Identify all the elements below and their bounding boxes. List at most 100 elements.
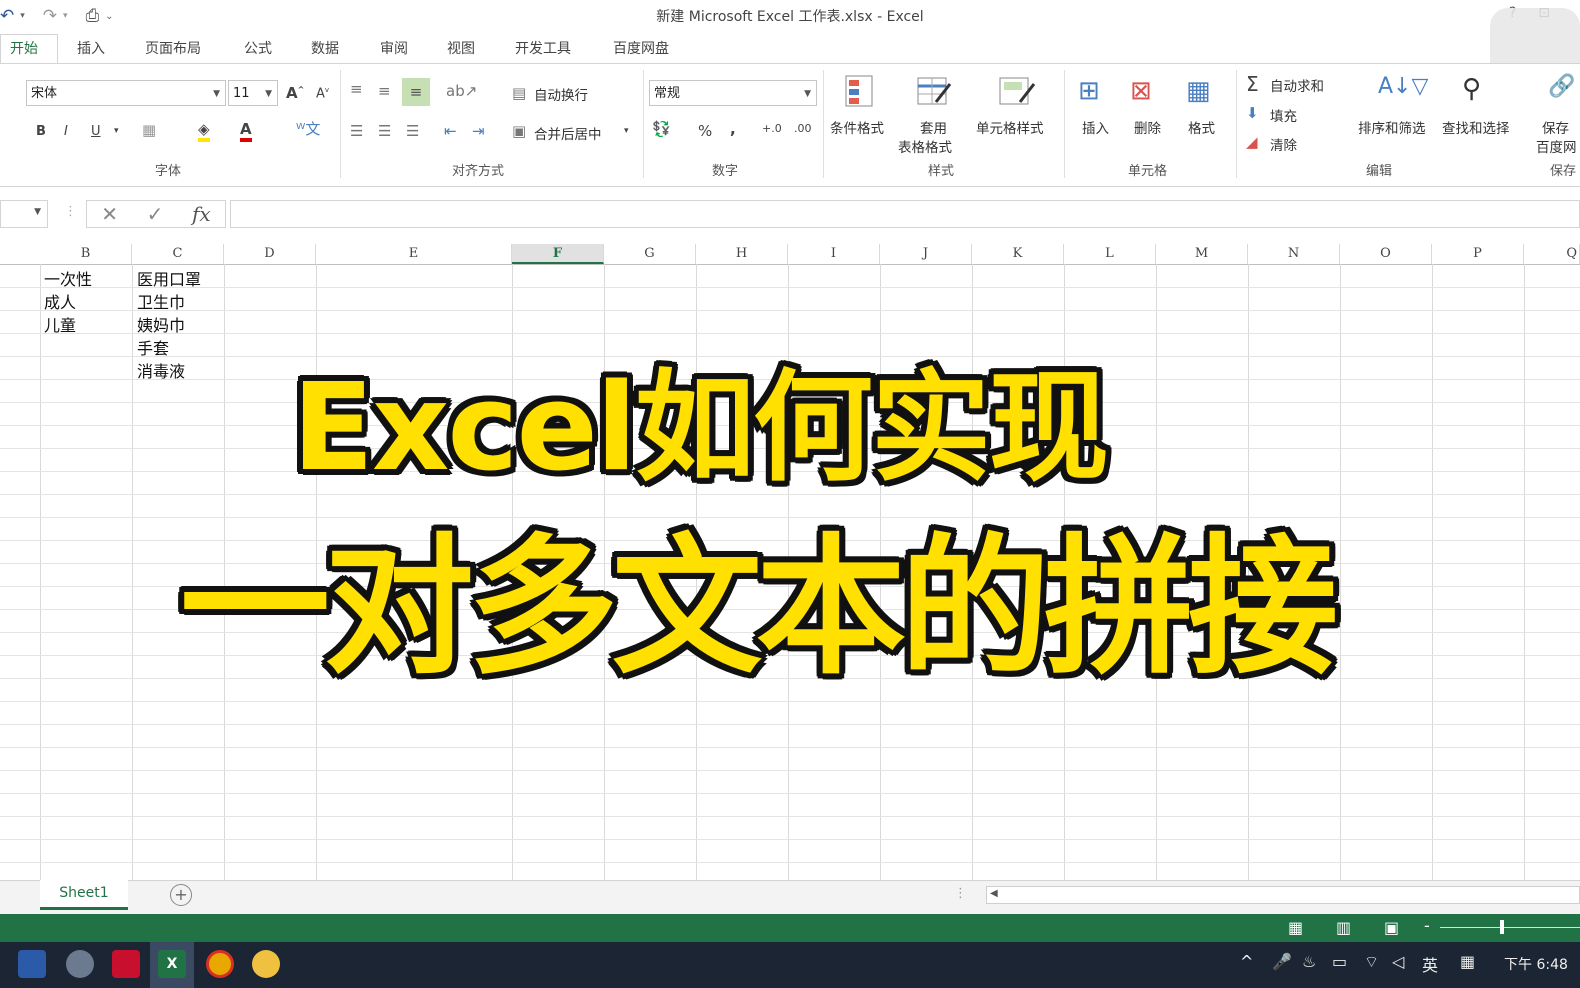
merge-center-button[interactable]: 合并后居中 bbox=[534, 123, 602, 143]
column-header[interactable]: E bbox=[316, 244, 512, 264]
column-header[interactable]: J bbox=[880, 244, 972, 264]
cell-b[interactable]: 一次性 bbox=[44, 266, 92, 290]
name-box[interactable]: ▼ bbox=[0, 200, 48, 228]
comma-style-icon[interactable]: , bbox=[730, 120, 736, 138]
format-cells-button[interactable]: 格式 bbox=[1188, 117, 1215, 137]
chevron-down-icon[interactable]: ▾ bbox=[624, 126, 629, 136]
column-header-selected[interactable]: F bbox=[512, 244, 604, 264]
formula-input[interactable] bbox=[230, 200, 1580, 228]
column-header[interactable]: P bbox=[1432, 244, 1524, 264]
decrease-decimal-icon[interactable]: .00 bbox=[794, 122, 812, 135]
enter-icon[interactable]: ✓ bbox=[147, 202, 164, 226]
tab-developer[interactable]: 开发工具 bbox=[515, 38, 571, 58]
font-name-select[interactable]: 宋体 ▼ bbox=[26, 80, 226, 106]
increase-decimal-icon[interactable]: +.0 bbox=[762, 122, 782, 135]
tab-baidu-netdisk[interactable]: 百度网盘 bbox=[613, 38, 669, 58]
add-sheet-icon[interactable]: + bbox=[170, 884, 192, 906]
align-center-icon[interactable]: ☰ bbox=[378, 122, 391, 140]
find-select-button[interactable]: 查找和选择 bbox=[1442, 117, 1510, 137]
clear-button[interactable]: 清除 bbox=[1270, 134, 1297, 154]
microphone-icon[interactable]: 🎤 bbox=[1272, 952, 1292, 971]
insert-function-button[interactable]: fx bbox=[192, 202, 211, 226]
tray-expand-icon[interactable]: ^ bbox=[1240, 952, 1253, 971]
column-header[interactable]: K bbox=[972, 244, 1064, 264]
column-header[interactable]: L bbox=[1064, 244, 1156, 264]
column-header[interactable]: B bbox=[40, 244, 132, 264]
column-header[interactable]: M bbox=[1156, 244, 1248, 264]
tab-home[interactable]: 开始 bbox=[10, 38, 38, 60]
zoom-slider[interactable] bbox=[1440, 927, 1580, 928]
align-right-icon[interactable]: ☰ bbox=[406, 122, 419, 140]
conditional-format-button[interactable]: 条件格式 bbox=[830, 117, 884, 137]
italic-icon[interactable]: I bbox=[64, 124, 68, 139]
border-icon[interactable]: ▦ bbox=[142, 121, 156, 139]
orientation-icon[interactable]: ab↗ bbox=[446, 82, 477, 100]
cell-c[interactable]: 姨妈巾 bbox=[137, 312, 185, 336]
input-language[interactable]: 英 bbox=[1422, 952, 1438, 976]
clock[interactable]: 下午 6:48 bbox=[1504, 954, 1568, 974]
volume-icon[interactable]: ◁ bbox=[1392, 952, 1404, 971]
column-header[interactable]: N bbox=[1248, 244, 1340, 264]
cancel-icon[interactable]: ✕ bbox=[101, 202, 118, 226]
cell-style-button[interactable]: 单元格样式 bbox=[976, 117, 1044, 137]
phonetic-guide-icon[interactable]: ᵂ文 bbox=[296, 118, 320, 139]
cell-c[interactable]: 医用口罩 bbox=[137, 266, 201, 290]
column-header[interactable]: H bbox=[696, 244, 788, 264]
insert-cells-button[interactable]: 插入 bbox=[1082, 117, 1109, 137]
cell-c[interactable]: 消毒液 bbox=[137, 358, 185, 382]
chevron-down-icon[interactable]: ▾ bbox=[114, 126, 119, 136]
qq-icon[interactable] bbox=[252, 950, 280, 978]
column-header[interactable]: C bbox=[132, 244, 224, 264]
cell-c[interactable]: 卫生巾 bbox=[137, 289, 185, 313]
start-icon[interactable] bbox=[18, 950, 46, 978]
zoom-out-icon[interactable]: - bbox=[1424, 916, 1430, 935]
table-format-button-line2[interactable]: 表格格式 bbox=[898, 136, 952, 156]
column-header[interactable]: D bbox=[224, 244, 316, 264]
normal-view-icon[interactable]: ▦ bbox=[1288, 918, 1303, 937]
align-bottom-icon[interactable]: ≡ bbox=[402, 78, 430, 106]
fill-button[interactable]: 填充 bbox=[1270, 105, 1297, 125]
cell-b[interactable]: 成人 bbox=[44, 289, 76, 313]
number-format-select[interactable]: 常规 ▼ bbox=[649, 80, 817, 106]
percent-icon[interactable]: % bbox=[698, 122, 712, 140]
column-header[interactable]: G bbox=[604, 244, 696, 264]
input-method-icon[interactable]: ▦ bbox=[1460, 952, 1475, 971]
scroll-left-icon[interactable]: ◀ bbox=[990, 888, 998, 899]
shrink-font-icon[interactable]: Av bbox=[316, 86, 329, 101]
align-top-icon[interactable]: ≡ bbox=[350, 80, 363, 98]
chrome-icon[interactable] bbox=[206, 950, 234, 978]
excel-icon[interactable]: X bbox=[158, 950, 186, 978]
autosum-button[interactable]: 自动求和 bbox=[1270, 75, 1324, 95]
bold-icon[interactable]: B bbox=[36, 124, 46, 139]
increase-indent-icon[interactable]: ⇥ bbox=[472, 122, 485, 140]
column-header[interactable]: Q bbox=[1524, 244, 1580, 264]
app-icon[interactable] bbox=[112, 950, 140, 978]
table-format-button-line1[interactable]: 套用 bbox=[920, 117, 947, 137]
zoom-slider-thumb[interactable] bbox=[1500, 920, 1504, 934]
grow-font-icon[interactable]: A^ bbox=[286, 84, 304, 102]
decrease-indent-icon[interactable]: ⇤ bbox=[444, 122, 457, 140]
tab-page-layout[interactable]: 页面布局 bbox=[145, 38, 201, 58]
page-break-view-icon[interactable]: ▣ bbox=[1384, 918, 1399, 937]
tab-data[interactable]: 数据 bbox=[311, 38, 339, 58]
sort-filter-button[interactable]: 排序和筛选 bbox=[1358, 117, 1426, 137]
font-color-icon[interactable]: A bbox=[240, 120, 252, 142]
tab-formulas[interactable]: 公式 bbox=[244, 38, 272, 58]
font-size-select[interactable]: 11 ▼ bbox=[228, 80, 278, 106]
delete-cells-button[interactable]: 删除 bbox=[1134, 117, 1161, 137]
fill-color-icon[interactable]: ◈ bbox=[198, 120, 210, 142]
battery-icon[interactable]: ▭ bbox=[1332, 952, 1347, 971]
page-layout-view-icon[interactable]: ▥ bbox=[1336, 918, 1351, 937]
browser-icon[interactable] bbox=[66, 950, 94, 978]
save-baidu-button-line2[interactable]: 百度网 bbox=[1536, 136, 1577, 156]
tab-view[interactable]: 视图 bbox=[447, 38, 475, 58]
sheet-tab[interactable]: Sheet1 bbox=[40, 880, 128, 910]
tray-app-icon[interactable]: ♨ bbox=[1302, 952, 1316, 971]
wrap-text-button[interactable]: 自动换行 bbox=[534, 84, 588, 104]
wifi-icon[interactable]: ⌔ bbox=[1364, 952, 1379, 972]
align-left-icon[interactable]: ☰ bbox=[350, 122, 363, 140]
horizontal-scrollbar[interactable]: ◀ bbox=[986, 886, 1580, 904]
cell-c[interactable]: 手套 bbox=[137, 335, 169, 359]
tab-insert[interactable]: 插入 bbox=[77, 38, 105, 58]
column-header[interactable]: I bbox=[788, 244, 880, 264]
